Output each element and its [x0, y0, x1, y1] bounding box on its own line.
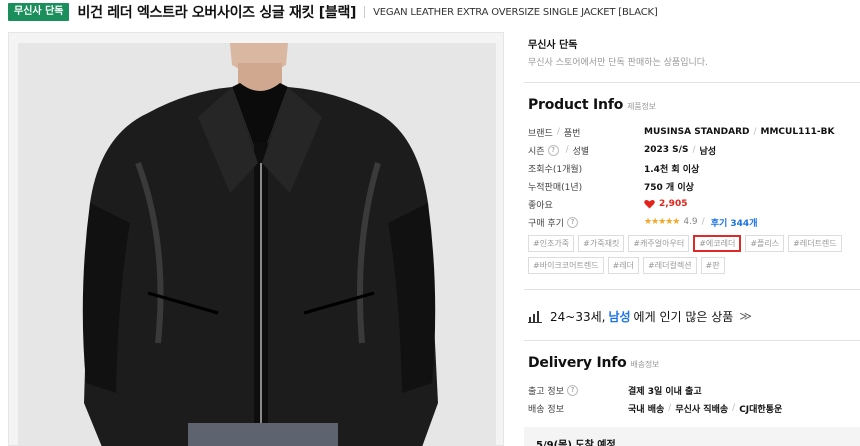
- delivery-info-title: Delivery Info: [528, 355, 627, 371]
- likes-row: 좋아요 2,905: [528, 195, 860, 213]
- tag-item[interactable]: #가죽재킷: [578, 235, 625, 252]
- shipping-row: 출고 정보 ? 결제 3일 이내 출고: [528, 381, 860, 399]
- product-no-value: MMCUL111-BK: [760, 127, 835, 137]
- rating-value: 4.9: [683, 217, 698, 227]
- season-value: 2023 S/S: [644, 145, 689, 155]
- delivery-method-row: 배송 정보 국내 배송 / 무신사 직배송 / CJ대한통운: [528, 403, 783, 415]
- reviews-label: 구매 후기: [528, 218, 564, 229]
- product-image-frame: [8, 32, 504, 446]
- brand-label: 브랜드: [528, 128, 553, 139]
- popular-text: 에게 인기 많은 상품: [633, 309, 734, 324]
- title-divider: [364, 6, 366, 18]
- tag-item[interactable]: #판: [700, 257, 725, 274]
- tag-list: #인조가죽 #가죽재킷 #캐주얼아우터 #에코레더 #플리스 #레더트렌드 #바…: [528, 235, 860, 275]
- brand-row: 브랜드 / 품번 MUSINSA STANDARD / MMCUL111-BK: [528, 127, 835, 139]
- delivery-eta: 5/9(목) 도착 예정: [524, 427, 860, 446]
- ship-label: 출고 정보: [528, 386, 564, 397]
- gender-value: 남성: [699, 146, 717, 157]
- like-button[interactable]: 2,905: [644, 199, 687, 209]
- tag-item-highlighted[interactable]: #에코레더: [693, 235, 742, 252]
- product-subtitle: VEGAN LEATHER EXTRA OVERSIZE SINGLE JACK…: [373, 6, 658, 18]
- heart-icon: [644, 199, 655, 209]
- section-divider: [524, 82, 860, 83]
- star-rating-icon: ★★★★★: [644, 217, 680, 227]
- brand-link[interactable]: MUSINSA STANDARD: [644, 127, 749, 137]
- popular-gender: 남성: [608, 309, 631, 324]
- product-info-heading: Product Info 제품정보: [528, 97, 860, 113]
- delivery-info-subtitle: 배송정보: [630, 360, 660, 369]
- exclusive-description: 무신사 스토어에서만 단독 판매하는 상품입니다.: [528, 58, 708, 68]
- product-info-subtitle: 제품정보: [627, 102, 656, 111]
- reviews-row: 구매 후기 ? ★★★★★ 4.9 / 후기 344개: [528, 216, 758, 229]
- delivery-info-table: 출고 정보 ? 결제 3일 이내 출고 배송 정보 국내 배송 / 무신사 직배…: [528, 381, 860, 417]
- sales-row: 누적판매(1년) 750 개 이상: [528, 177, 860, 195]
- tag-item[interactable]: #레더트렌드: [788, 235, 842, 252]
- method-label: 배송 정보: [528, 404, 564, 415]
- bar-chart-icon: [528, 311, 542, 323]
- tag-item[interactable]: #레더컬렉션: [643, 257, 697, 274]
- product-image[interactable]: [18, 43, 496, 446]
- product-header: 무신사 단독 비건 레더 엑스트라 오버사이즈 싱글 재킷 [블랙] VEGAN…: [0, 0, 860, 24]
- method-direct: 무신사 직배송: [675, 404, 729, 415]
- season-row: 시즌 ? / 성별 2023 S/S / 남성: [528, 144, 717, 157]
- views-value: 1.4천 회 이상: [644, 164, 700, 175]
- product-no-label: 품번: [563, 128, 581, 139]
- product-detail-panel: 무신사 단독 무신사 스토어에서만 단독 판매하는 상품입니다. Product…: [524, 32, 860, 446]
- exclusive-title: 무신사 단독: [528, 40, 578, 51]
- gender-label: 성별: [572, 146, 590, 157]
- product-info-table: 브랜드 / 품번 MUSINSA STANDARD / MMCUL111-BK …: [528, 123, 860, 231]
- tag-item[interactable]: #레더: [607, 257, 640, 274]
- delivery-info-heading: Delivery Info 배송정보: [528, 355, 860, 371]
- method-courier: CJ대한통운: [739, 404, 783, 415]
- section-divider: [524, 340, 860, 341]
- review-count-link[interactable]: 후기 344개: [711, 216, 758, 229]
- tag-item[interactable]: #캐주얼아우터: [628, 235, 690, 252]
- sales-value: 750 개 이상: [644, 182, 694, 193]
- popular-toggle[interactable]: 24~33세, 남성 에게 인기 많은 상품 ≫: [528, 306, 860, 326]
- product-info-title: Product Info: [528, 97, 624, 113]
- chevron-down-icon: ≫: [739, 309, 752, 323]
- views-row: 조회수(1개월) 1.4천 회 이상: [528, 159, 860, 177]
- product-title: 비건 레더 엑스트라 오버사이즈 싱글 재킷 [블랙]: [77, 5, 357, 21]
- sales-label: 누적판매(1년): [528, 182, 583, 193]
- method-domestic: 국내 배송: [628, 404, 665, 415]
- likes-label: 좋아요: [528, 200, 553, 211]
- section-divider: [524, 289, 860, 290]
- popular-age: 24~33세,: [550, 309, 606, 324]
- help-icon[interactable]: ?: [566, 216, 578, 228]
- likes-count: 2,905: [659, 199, 688, 209]
- season-label: 시즌: [528, 146, 545, 157]
- tag-item[interactable]: #바이크코어트렌드: [528, 257, 604, 274]
- help-icon[interactable]: ?: [547, 144, 559, 156]
- tag-item[interactable]: #플리스: [745, 235, 785, 252]
- views-label: 조회수(1개월): [528, 164, 583, 175]
- ship-value: 결제 3일 이내 출고: [628, 386, 702, 397]
- tag-item[interactable]: #인조가죽: [528, 235, 575, 252]
- jacket-illustration: [18, 43, 496, 446]
- help-icon[interactable]: ?: [566, 384, 578, 396]
- exclusive-badge: 무신사 단독: [8, 3, 70, 21]
